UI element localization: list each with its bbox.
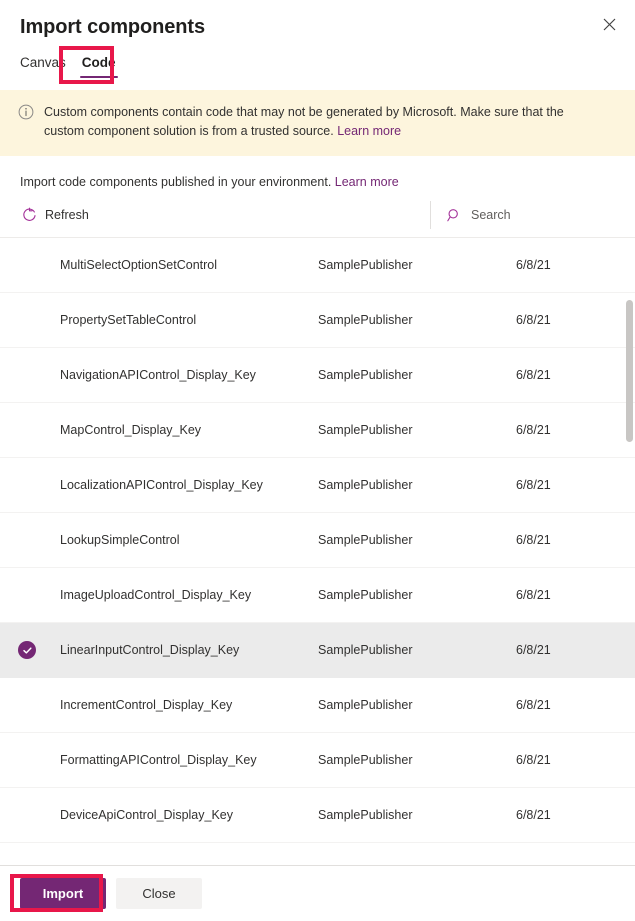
row-publisher: SamplePublisher	[318, 478, 516, 492]
close-button[interactable]: Close	[116, 878, 202, 909]
row-component-name: ImageUploadControl_Display_Key	[60, 588, 318, 602]
row-component-name: LinearInputControl_Display_Key	[60, 643, 318, 657]
row-date: 6/8/21	[516, 423, 551, 437]
search-input[interactable]	[471, 208, 621, 222]
row-component-name: PropertySetTableControl	[60, 313, 318, 327]
row-date: 6/8/21	[516, 588, 551, 602]
row-date: 6/8/21	[516, 753, 551, 767]
refresh-icon	[22, 207, 37, 222]
close-icon[interactable]	[593, 8, 625, 40]
row-select-cell[interactable]	[18, 641, 60, 659]
search-icon	[447, 208, 462, 223]
warning-learn-more-link[interactable]: Learn more	[337, 124, 401, 138]
components-list: MultiSelectOptionSetControlSamplePublish…	[0, 238, 635, 865]
row-publisher: SamplePublisher	[318, 588, 516, 602]
checkmark-icon	[18, 641, 36, 659]
row-date: 6/8/21	[516, 808, 551, 822]
row-publisher: SamplePublisher	[318, 533, 516, 547]
tab-list: Canvas Code	[0, 40, 635, 80]
refresh-button[interactable]: Refresh	[18, 204, 93, 225]
dialog-header: Import components	[0, 0, 635, 40]
import-components-dialog: Import components Canvas Code Custom com…	[0, 0, 635, 921]
table-row[interactable]: NavigationAPIControl_Display_KeySamplePu…	[0, 348, 635, 403]
row-date: 6/8/21	[516, 258, 551, 272]
table-row[interactable]: LookupSimpleControlSamplePublisher6/8/21	[0, 513, 635, 568]
row-component-name: MapControl_Display_Key	[60, 423, 318, 437]
row-publisher: SamplePublisher	[318, 313, 516, 327]
row-date: 6/8/21	[516, 533, 551, 547]
row-component-name: NavigationAPIControl_Display_Key	[60, 368, 318, 382]
info-icon	[18, 104, 34, 120]
subtitle-text: Import code components published in your…	[20, 175, 331, 189]
row-publisher: SamplePublisher	[318, 808, 516, 822]
tab-code[interactable]: Code	[74, 54, 124, 80]
search-box[interactable]	[430, 201, 620, 229]
list-scrollbar-thumb[interactable]	[626, 300, 633, 442]
row-publisher: SamplePublisher	[318, 753, 516, 767]
import-button[interactable]: Import	[20, 878, 106, 909]
refresh-button-label: Refresh	[45, 208, 89, 222]
dialog-footer: Import Close	[0, 865, 635, 921]
row-date: 6/8/21	[516, 313, 551, 327]
row-publisher: SamplePublisher	[318, 643, 516, 657]
tab-canvas[interactable]: Canvas	[20, 54, 74, 80]
row-date: 6/8/21	[516, 643, 551, 657]
table-row[interactable]: PropertySetTableControlSamplePublisher6/…	[0, 293, 635, 348]
warning-banner: Custom components contain code that may …	[0, 90, 635, 156]
row-component-name: LocalizationAPIControl_Display_Key	[60, 478, 318, 492]
table-row[interactable]: LinearInputControl_Display_KeySamplePubl…	[0, 623, 635, 678]
table-row[interactable]: MultiSelectOptionSetControlSamplePublish…	[0, 238, 635, 293]
row-date: 6/8/21	[516, 698, 551, 712]
row-publisher: SamplePublisher	[318, 258, 516, 272]
table-row[interactable]: LocalizationAPIControl_Display_KeySample…	[0, 458, 635, 513]
row-component-name: LookupSimpleControl	[60, 533, 318, 547]
row-publisher: SamplePublisher	[318, 368, 516, 382]
row-publisher: SamplePublisher	[318, 423, 516, 437]
row-component-name: DeviceApiControl_Display_Key	[60, 808, 318, 822]
table-row[interactable]: MapControl_Display_KeySamplePublisher6/8…	[0, 403, 635, 458]
row-date: 6/8/21	[516, 478, 551, 492]
table-row[interactable]: FormattingAPIControl_Display_KeySamplePu…	[0, 733, 635, 788]
table-row[interactable]: ImageUploadControl_Display_KeySamplePubl…	[0, 568, 635, 623]
page-title: Import components	[20, 14, 615, 40]
warning-banner-text: Custom components contain code that may …	[44, 103, 604, 141]
subtitle: Import code components published in your…	[0, 156, 635, 191]
row-component-name: FormattingAPIControl_Display_Key	[60, 753, 318, 767]
table-row[interactable]: DeviceApiControl_Display_KeySamplePublis…	[0, 788, 635, 843]
table-row[interactable]: IncrementControl_Display_KeySamplePublis…	[0, 678, 635, 733]
row-date: 6/8/21	[516, 368, 551, 382]
subtitle-learn-more-link[interactable]: Learn more	[335, 175, 399, 189]
row-component-name: IncrementControl_Display_Key	[60, 698, 318, 712]
command-bar: Refresh	[0, 191, 635, 238]
row-publisher: SamplePublisher	[318, 698, 516, 712]
row-component-name: MultiSelectOptionSetControl	[60, 258, 318, 272]
warning-banner-message: Custom components contain code that may …	[44, 105, 564, 138]
